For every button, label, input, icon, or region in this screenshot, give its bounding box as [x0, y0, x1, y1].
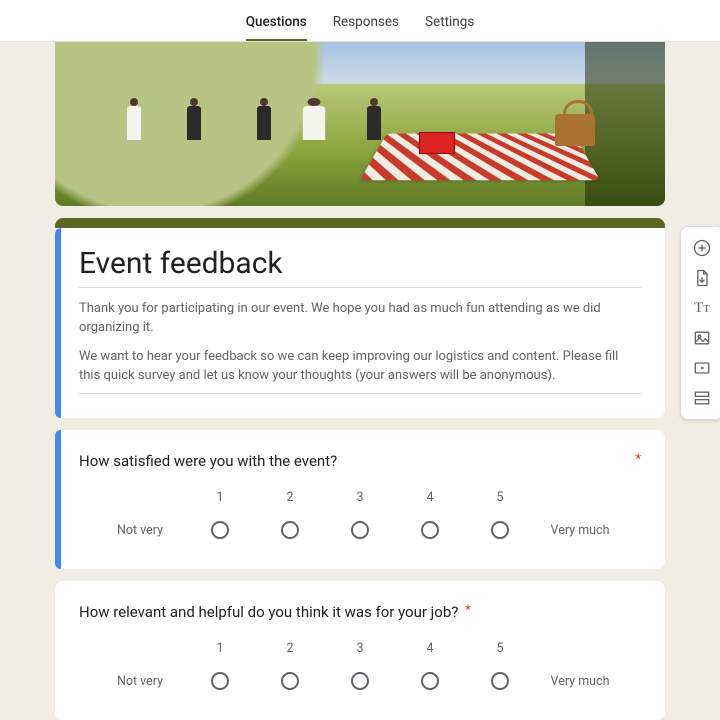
scale-high-label: Very much	[535, 646, 625, 689]
scale-value-4: 4	[395, 490, 465, 505]
tab-questions[interactable]: Questions	[246, 14, 307, 41]
import-questions-button[interactable]	[686, 263, 718, 293]
form-description-p2: We want to hear your feedback so we can …	[79, 348, 641, 386]
scale-value-5: 5	[465, 641, 535, 656]
add-section-button[interactable]	[686, 383, 718, 413]
add-video-button[interactable]	[686, 353, 718, 383]
image-icon	[692, 328, 712, 348]
question-card-1[interactable]: * How satisfied were you with the event?…	[55, 430, 665, 569]
question-card-2[interactable]: How relevant and helpful do you think it…	[55, 581, 665, 720]
scale-high-label: Very much	[535, 495, 625, 538]
scale-value-1: 1	[185, 490, 255, 505]
scale-low-label: Not very	[95, 495, 185, 538]
tab-responses[interactable]: Responses	[333, 14, 399, 41]
scale-radio-1[interactable]	[211, 672, 229, 690]
add-title-button[interactable]: TT	[686, 293, 718, 323]
scale-value-2: 2	[255, 490, 325, 505]
form-accent-strip	[55, 218, 665, 228]
scale-radio-4[interactable]	[421, 521, 439, 539]
title-icon: TT	[694, 300, 710, 317]
form-column: Event feedback Thank you for participati…	[55, 42, 665, 720]
banner-redbox	[419, 132, 455, 154]
side-toolbar: TT	[680, 226, 720, 420]
scale-radio-4[interactable]	[421, 672, 439, 690]
form-title[interactable]: Event feedback	[79, 246, 641, 288]
form-description-p1: Thank you for participating in our event…	[79, 300, 641, 338]
required-indicator: *	[465, 603, 471, 618]
required-indicator: *	[635, 452, 641, 467]
banner-person	[300, 98, 329, 148]
scale-value-3: 3	[325, 490, 395, 505]
linear-scale: Not very 1 2 3 4 5 Very much	[79, 490, 641, 543]
editor-tabs: Questions Responses Settings	[0, 0, 720, 42]
scale-radio-3[interactable]	[351, 521, 369, 539]
scale-value-1: 1	[185, 641, 255, 656]
scale-value-2: 2	[255, 641, 325, 656]
linear-scale: Not very 1 2 3 4 5 Very much	[79, 641, 641, 694]
banner-tree	[585, 42, 665, 206]
video-icon	[692, 358, 712, 378]
plus-circle-icon	[692, 238, 712, 258]
question-text-span: How relevant and helpful do you think it…	[79, 603, 458, 621]
banner-person	[365, 98, 383, 148]
add-question-button[interactable]	[686, 233, 718, 263]
scale-radio-2[interactable]	[281, 521, 299, 539]
form-banner-image[interactable]	[55, 42, 665, 206]
banner-person	[255, 98, 273, 148]
scale-value-4: 4	[395, 641, 465, 656]
form-description[interactable]: Thank you for participating in our event…	[79, 300, 641, 394]
scale-value-5: 5	[465, 490, 535, 505]
scale-radio-5[interactable]	[491, 521, 509, 539]
form-header-card[interactable]: Event feedback Thank you for participati…	[55, 228, 665, 418]
file-import-icon	[692, 268, 712, 288]
question-text[interactable]: How satisfied were you with the event?	[79, 452, 641, 470]
banner-person	[185, 98, 203, 148]
add-image-button[interactable]	[686, 323, 718, 353]
scale-radio-3[interactable]	[351, 672, 369, 690]
scale-value-3: 3	[325, 641, 395, 656]
section-icon	[692, 388, 712, 408]
question-text[interactable]: How relevant and helpful do you think it…	[79, 603, 641, 621]
scale-low-label: Not very	[95, 646, 185, 689]
banner-person	[125, 98, 143, 148]
scale-radio-2[interactable]	[281, 672, 299, 690]
scale-radio-1[interactable]	[211, 521, 229, 539]
banner-basket	[555, 114, 595, 146]
scale-radio-5[interactable]	[491, 672, 509, 690]
tab-settings[interactable]: Settings	[425, 14, 474, 41]
